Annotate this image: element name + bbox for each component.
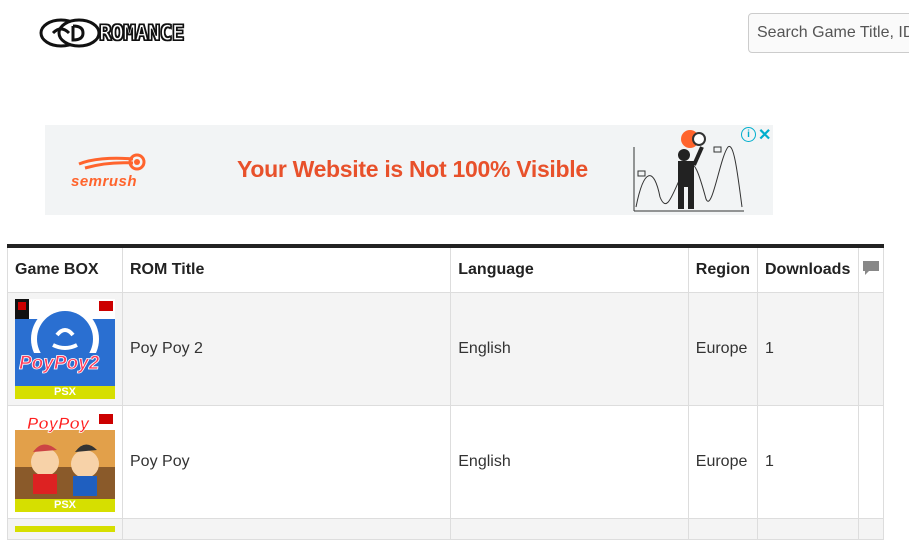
cd-logo-icon (39, 18, 101, 48)
analyst-illustration-icon (633, 130, 744, 212)
semrush-fire-icon (78, 153, 146, 171)
info-icon[interactable]: i (741, 127, 756, 142)
platform-badge: PSX (15, 386, 115, 399)
col-header-language: Language (450, 245, 689, 293)
table-header-row: Game BOX ROM Title Language Region Downl… (7, 245, 885, 293)
col-header-rom-title: ROM Title (121, 245, 452, 293)
platform-badge: PSX (15, 499, 115, 512)
poy-poy-2-cover-icon (15, 299, 115, 399)
ad-banner[interactable]: semrush Your Website is Not 100% Visible… (45, 125, 773, 215)
region-cell: Europe (687, 292, 759, 406)
col-header-comments (857, 245, 885, 293)
close-icon[interactable]: ✕ (758, 125, 771, 145)
rom-table: Game BOX ROM Title Language Region Downl… (7, 244, 885, 540)
region-cell: Europe (687, 405, 759, 519)
cover-title: PoyPoy (27, 414, 90, 434)
comments-cell (857, 292, 885, 406)
game-box-cell: PoyPoy2 PSX (7, 292, 123, 406)
table-row[interactable]: PoyPoy PSX Poy Poy English Europe 1 (7, 405, 885, 519)
rom-title-cell[interactable]: Poy Poy 2 (121, 292, 452, 406)
search-input[interactable] (748, 13, 909, 53)
platform-badge-strip (15, 526, 115, 532)
downloads-cell: 1 (757, 405, 859, 519)
col-header-downloads: Downloads (757, 245, 859, 293)
col-header-game-box: Game BOX (7, 245, 123, 293)
logo-text: ROMANCE (98, 20, 185, 45)
downloads-cell: 1 (757, 292, 859, 406)
comments-cell (857, 405, 885, 519)
language-cell: English (450, 292, 689, 406)
table-row[interactable]: PoyPoy2 PSX Poy Poy 2 English Europe 1 (7, 292, 885, 406)
comment-icon (862, 260, 879, 275)
ad-brand: semrush (71, 173, 138, 190)
game-cover-image[interactable]: PoyPoy2 PSX (15, 299, 115, 399)
game-box-cell: PoyPoy PSX (7, 405, 123, 519)
site-logo[interactable]: ROMANCE (39, 16, 185, 50)
col-header-region: Region (687, 245, 759, 293)
game-cover-image[interactable]: PoyPoy PSX (15, 412, 115, 512)
cover-title: PoyPoy2 (19, 353, 100, 375)
ad-headline[interactable]: Your Website is Not 100% Visible (237, 156, 588, 183)
rom-title-cell[interactable]: Poy Poy (121, 405, 452, 519)
language-cell: English (450, 405, 689, 519)
